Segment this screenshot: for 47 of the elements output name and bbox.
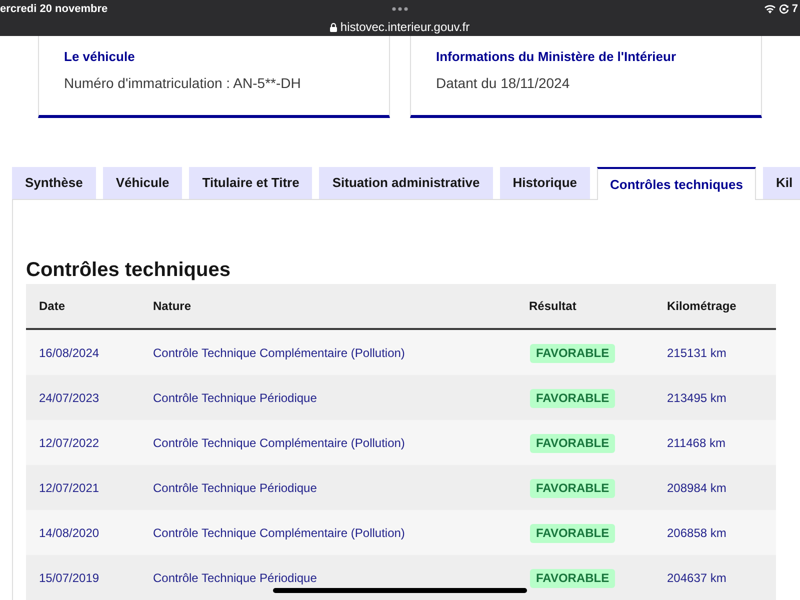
result-badge: FAVORABLE (530, 568, 616, 588)
section-heading: Contrôles techniques (26, 258, 232, 283)
result-badge: FAVORABLE (530, 388, 616, 408)
tab[interactable]: Véhicule (102, 167, 182, 199)
tab[interactable]: Contrôles techniques (597, 167, 756, 200)
mileage-cell: 213495 km (667, 390, 726, 404)
address-bar-url[interactable]: histovec.interieur.gouv.fr (340, 20, 470, 34)
nature-cell: Contrôle Technique Périodique (153, 570, 317, 584)
more-dots-icon[interactable] (392, 7, 408, 11)
nature-cell: Contrôle Technique Complémentaire (Pollution) (153, 436, 405, 450)
card-title: Informations du Ministère de l'Intérieur (436, 48, 678, 66)
lock-icon (330, 22, 338, 32)
tab[interactable]: Titulaire et Titre (189, 167, 312, 199)
mileage-cell: 215131 km (667, 346, 726, 360)
mileage-cell: 208984 km (667, 480, 726, 494)
date-cell: 14/08/2020 (39, 526, 100, 540)
result-badge: FAVORABLE (530, 478, 616, 498)
column-header: Nature (153, 299, 192, 313)
card-title: Le véhicule (64, 48, 136, 66)
date-cell: 12/07/2021 (39, 480, 100, 494)
column-header: Date (39, 299, 66, 313)
circular-arrow-icon (778, 4, 789, 14)
result-badge: FAVORABLE (530, 434, 616, 452)
column-header: Résultat (529, 299, 576, 313)
battery-percent: 7 (792, 2, 798, 16)
nature-cell: Contrôle Technique Périodique (153, 480, 317, 494)
card-text: Datant du 18/11/2024 (436, 74, 571, 92)
mileage-cell: 204637 km (667, 570, 726, 584)
column-header: Kilométrage (667, 299, 736, 313)
status-date: ercredi 20 novembre (0, 2, 108, 16)
tab[interactable]: Historique (500, 167, 590, 199)
date-cell: 12/07/2022 (39, 436, 100, 450)
date-cell: 15/07/2019 (39, 570, 100, 584)
tab[interactable]: Synthèse (12, 167, 96, 199)
date-cell: 24/07/2023 (39, 390, 100, 404)
mileage-cell: 206858 km (667, 526, 726, 540)
mileage-cell: 211468 km (667, 436, 726, 450)
tab[interactable]: Kil (762, 167, 800, 199)
wifi-icon (764, 4, 776, 14)
nature-cell: Contrôle Technique Complémentaire (Pollution) (153, 346, 405, 360)
nature-cell: Contrôle Technique Périodique (153, 390, 317, 404)
tab[interactable]: Situation administrative (319, 167, 493, 199)
result-badge: FAVORABLE (530, 524, 616, 542)
nature-cell: Contrôle Technique Complémentaire (Pollution) (153, 526, 405, 540)
date-cell: 16/08/2024 (39, 346, 100, 360)
result-badge: FAVORABLE (530, 344, 616, 362)
card-text: Numéro d'immatriculation : AN-5**-DH (64, 74, 302, 92)
